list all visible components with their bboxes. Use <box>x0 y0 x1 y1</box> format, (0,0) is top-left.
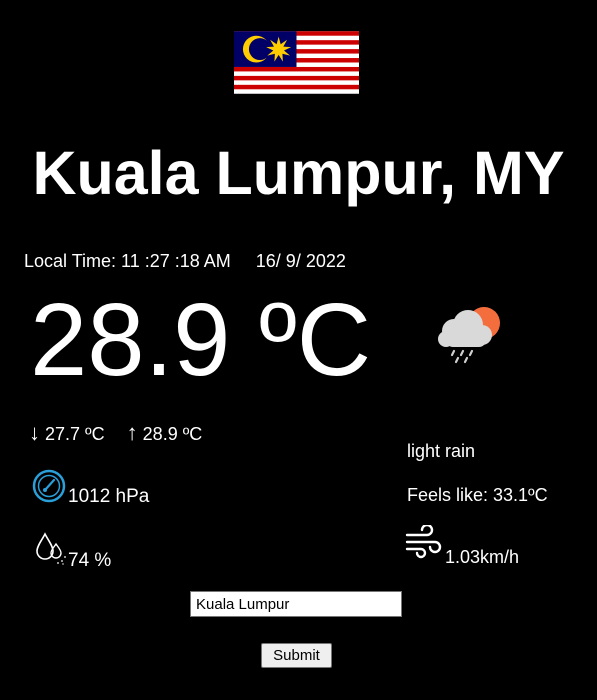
arrow-down-icon: ↓ <box>29 420 40 445</box>
pressure-value: 1012 hPa <box>68 486 150 507</box>
malaysia-flag-icon <box>234 31 359 94</box>
current-temperature: 28.9 ºC <box>30 282 372 397</box>
submit-button[interactable]: Submit <box>261 643 332 668</box>
arrow-up-icon: ↑ <box>126 420 138 445</box>
feels-like: Feels like: 33.1ºC <box>407 485 548 505</box>
cloud-rain-sun-icon <box>438 307 500 364</box>
humidity-drop-icon <box>36 532 66 565</box>
wind-speed: 1.03km/h <box>445 547 520 567</box>
gauge-icon <box>32 469 66 503</box>
min-temperature: 27.7 ºC <box>45 424 105 444</box>
min-max-temperature: ↓ 27.7 ºC ↑ 28.9 ºC <box>29 421 202 446</box>
humidity-value: 74 % <box>68 550 112 571</box>
city-search-input[interactable] <box>190 591 402 617</box>
weather-description: light rain <box>407 441 476 461</box>
wind-icon <box>405 525 442 559</box>
max-temperature: 28.9 ºC <box>142 424 203 444</box>
local-time: Local Time: 11 :27 :18 AM 16/ 9/ 2022 <box>24 251 346 271</box>
city-title: Kuala Lumpur, MY <box>32 139 565 207</box>
weather-page: Kuala Lumpur, MY Local Time: 11 :27 :18 … <box>0 0 597 700</box>
